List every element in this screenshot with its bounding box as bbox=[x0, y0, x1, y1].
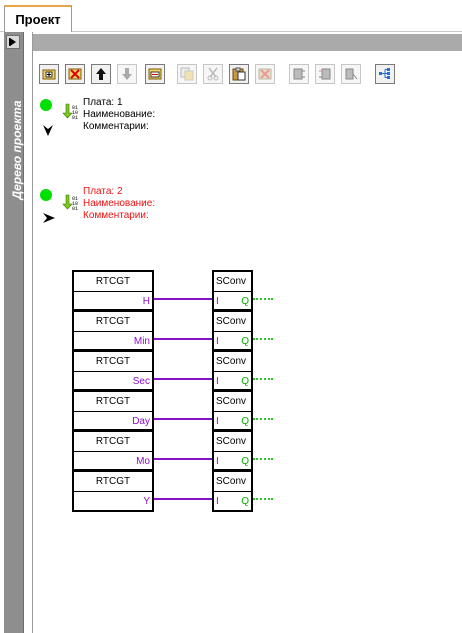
board-1-status-indicator bbox=[40, 99, 52, 111]
import-button[interactable] bbox=[145, 64, 165, 84]
block-title: RTCGT bbox=[74, 312, 152, 332]
block-title: RTCGT bbox=[74, 392, 152, 412]
tab-strip: Проект bbox=[0, 0, 462, 32]
rtcgt-block[interactable]: RTCGT Mo bbox=[72, 430, 154, 471]
copy-icon bbox=[180, 67, 194, 81]
rtcgt-block[interactable]: RTCGT Sec bbox=[72, 350, 154, 391]
block-title: RTCGT bbox=[74, 272, 152, 292]
move-down-button[interactable] bbox=[117, 64, 137, 84]
binary-data-icon: 01 10 01 bbox=[62, 103, 78, 121]
connection-wire[interactable] bbox=[154, 458, 212, 460]
output-pin-label: Min bbox=[133, 336, 150, 347]
expanded-chevron-icon[interactable] bbox=[42, 124, 54, 138]
collapsed-chevron-icon[interactable] bbox=[42, 212, 56, 224]
board-2-status-indicator bbox=[40, 189, 52, 201]
board-1-name: Наименование: bbox=[83, 109, 156, 120]
wire-tool-button[interactable] bbox=[341, 64, 361, 84]
tree-view-button[interactable] bbox=[375, 64, 395, 84]
connection-wire[interactable] bbox=[154, 498, 212, 500]
block-title: RTCGT bbox=[74, 352, 152, 372]
align-right-button[interactable] bbox=[315, 64, 335, 84]
binary-data-icon: 01 10 01 bbox=[62, 194, 78, 212]
paste-icon bbox=[232, 67, 246, 81]
output-pin-label: Sec bbox=[132, 376, 150, 387]
connection-wire[interactable] bbox=[154, 338, 212, 340]
move-up-icon bbox=[96, 68, 106, 80]
output-wire-stub[interactable] bbox=[253, 458, 273, 460]
rtcgt-block[interactable]: RTCGT Min bbox=[72, 310, 154, 351]
project-tree-title[interactable]: Дерево проекта bbox=[10, 80, 26, 220]
connection-wire[interactable] bbox=[154, 378, 212, 380]
clear-icon bbox=[258, 68, 272, 80]
block-title: SConv bbox=[214, 392, 251, 412]
add-item-button[interactable] bbox=[39, 64, 59, 84]
output-q-pin-label: Q bbox=[241, 416, 249, 427]
block-title: RTCGT bbox=[74, 472, 152, 492]
project-workspace: 01 10 01 Плата: 1 Наименование: Коммента… bbox=[32, 32, 462, 633]
output-q-pin-label: Q bbox=[241, 496, 249, 507]
sconv-block[interactable]: SConv I Q bbox=[212, 350, 253, 391]
svg-text:01: 01 bbox=[72, 115, 78, 121]
output-pin-label: Day bbox=[132, 416, 150, 427]
block-title: SConv bbox=[214, 312, 251, 332]
output-pin-label: H bbox=[142, 296, 150, 307]
sconv-block[interactable]: SConv I Q bbox=[212, 470, 253, 512]
copy-button[interactable] bbox=[177, 64, 197, 84]
board-2-name: Наименование: bbox=[83, 198, 156, 209]
header-bar bbox=[33, 34, 462, 51]
sconv-block[interactable]: SConv I Q bbox=[212, 270, 253, 311]
cut-icon bbox=[207, 67, 219, 81]
cut-button[interactable] bbox=[203, 64, 223, 84]
output-q-pin-label: Q bbox=[241, 296, 249, 307]
sconv-block[interactable]: SConv I Q bbox=[212, 430, 253, 471]
output-wire-stub[interactable] bbox=[253, 498, 273, 500]
move-down-icon bbox=[122, 68, 132, 80]
output-wire-stub[interactable] bbox=[253, 338, 273, 340]
paste-button[interactable] bbox=[229, 64, 249, 84]
block-title: RTCGT bbox=[74, 432, 152, 452]
rtcgt-block[interactable]: RTCGT Day bbox=[72, 390, 154, 431]
connection-wire[interactable] bbox=[154, 298, 212, 300]
wire-tool-icon bbox=[345, 68, 358, 80]
board-2-comment: Комментарии: bbox=[83, 210, 149, 221]
output-pin-label: Y bbox=[143, 496, 150, 507]
output-q-pin-label: Q bbox=[241, 336, 249, 347]
output-pin-label: Mo bbox=[136, 456, 150, 467]
align-right-icon bbox=[319, 68, 331, 80]
sconv-block[interactable]: SConv I Q bbox=[212, 390, 253, 431]
block-title: SConv bbox=[214, 272, 251, 292]
rtcgt-block[interactable]: RTCGT Y bbox=[72, 470, 154, 512]
add-item-icon bbox=[42, 69, 56, 80]
delete-button[interactable] bbox=[65, 64, 85, 84]
block-title: SConv bbox=[214, 352, 251, 372]
board-2-plate: Плата: 2 bbox=[83, 186, 123, 197]
output-wire-stub[interactable] bbox=[253, 378, 273, 380]
pin-panel-button[interactable] bbox=[6, 35, 20, 49]
board-1-plate: Плата: 1 bbox=[83, 97, 123, 108]
pin-icon bbox=[9, 38, 16, 46]
toolbar bbox=[33, 62, 462, 90]
sconv-block[interactable]: SConv I Q bbox=[212, 310, 253, 351]
project-tree-panel: Дерево проекта bbox=[4, 32, 24, 633]
svg-text:01: 01 bbox=[72, 206, 78, 212]
output-wire-stub[interactable] bbox=[253, 298, 273, 300]
clear-button[interactable] bbox=[255, 64, 275, 84]
align-left-button[interactable] bbox=[289, 64, 309, 84]
board-1-info[interactable]: Плата: 1 Наименование: Комментарии: bbox=[83, 97, 155, 133]
output-q-pin-label: Q bbox=[241, 456, 249, 467]
align-left-icon bbox=[293, 68, 305, 80]
output-q-pin-label: Q bbox=[241, 376, 249, 387]
block-title: SConv bbox=[214, 472, 251, 492]
block-title: SConv bbox=[214, 432, 251, 452]
connection-wire[interactable] bbox=[154, 418, 212, 420]
import-icon bbox=[148, 68, 162, 80]
move-up-button[interactable] bbox=[91, 64, 111, 84]
tree-view-icon bbox=[379, 68, 390, 79]
board-1-comment: Комментарии: bbox=[83, 121, 149, 132]
tab-project[interactable]: Проект bbox=[4, 5, 72, 32]
delete-red-icon bbox=[68, 68, 82, 80]
board-2-info[interactable]: Плата: 2 Наименование: Комментарии: bbox=[83, 186, 155, 222]
output-wire-stub[interactable] bbox=[253, 418, 273, 420]
rtcgt-block[interactable]: RTCGT H bbox=[72, 270, 154, 311]
